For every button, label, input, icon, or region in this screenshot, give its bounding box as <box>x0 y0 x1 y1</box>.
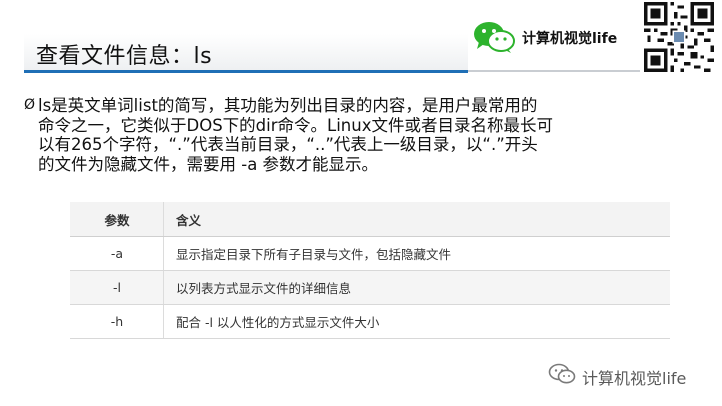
header-meaning: 含义 <box>176 212 202 228</box>
watermark-text: 计算机视觉life <box>582 369 687 388</box>
description-line: 以有265个字符，“.”代表当前目录，“..”代表上一级目录，以“.”开头 <box>38 135 538 154</box>
slide: 查看文件信息：ls 计算机视觉life Ø ls是英文单词list的简写，其功能… <box>0 0 722 406</box>
param-cell: -h <box>110 314 124 329</box>
title-underline <box>24 70 468 73</box>
column-divider <box>163 202 164 236</box>
description-line: 命令之一，它类似于DOS下的dir命令。Linux文件或者目录名称最长可 <box>38 115 553 135</box>
wechat-icon <box>548 363 576 384</box>
column-divider <box>163 305 164 338</box>
header-param: 参数 <box>104 212 130 228</box>
meaning-cell: 显示指定目录下所有子目录与文件，包括隐藏文件 <box>176 247 452 262</box>
description-line: 的文件为隐藏文件，需要用 -a 参数才能显示。 <box>38 154 379 174</box>
options-table: 参数 含义 -a 显示指定目录下所有子目录与文件，包括隐藏文件 -l 以列表方式… <box>70 202 670 339</box>
qr-code <box>644 2 714 72</box>
brand: 计算机视觉life <box>472 20 638 56</box>
bullet-arrow-icon: Ø <box>24 97 36 113</box>
description-line: ls是英文单词list的简写，其功能为列出目录的内容，是用户最常用的 <box>38 96 538 115</box>
param-cell: -l <box>113 280 121 295</box>
wechat-icon <box>474 22 515 53</box>
table-row: -a 显示指定目录下所有子目录与文件，包括隐藏文件 <box>70 237 670 271</box>
brand-name: 计算机视觉life <box>522 31 618 47</box>
table-row: -h 配合 -l 以人性化的方式显示文件大小 <box>70 305 670 339</box>
param-cell: -a <box>110 246 124 261</box>
page-title: 查看文件信息：ls <box>36 44 213 69</box>
watermark: 计算机视觉life <box>548 363 718 388</box>
column-divider <box>163 237 164 270</box>
description-paragraph: ls是英文单词list的简写，其功能为列出目录的内容，是用户最常用的 命令之一，… <box>38 96 664 174</box>
meaning-cell: 以列表方式显示文件的详细信息 <box>176 281 352 296</box>
table-row: -l 以列表方式显示文件的详细信息 <box>70 271 670 305</box>
column-divider <box>163 271 164 304</box>
meaning-cell: 配合 -l 以人性化的方式显示文件大小 <box>176 315 380 330</box>
title-underline-extension <box>468 70 640 72</box>
table-header-row: 参数 含义 <box>70 202 670 237</box>
